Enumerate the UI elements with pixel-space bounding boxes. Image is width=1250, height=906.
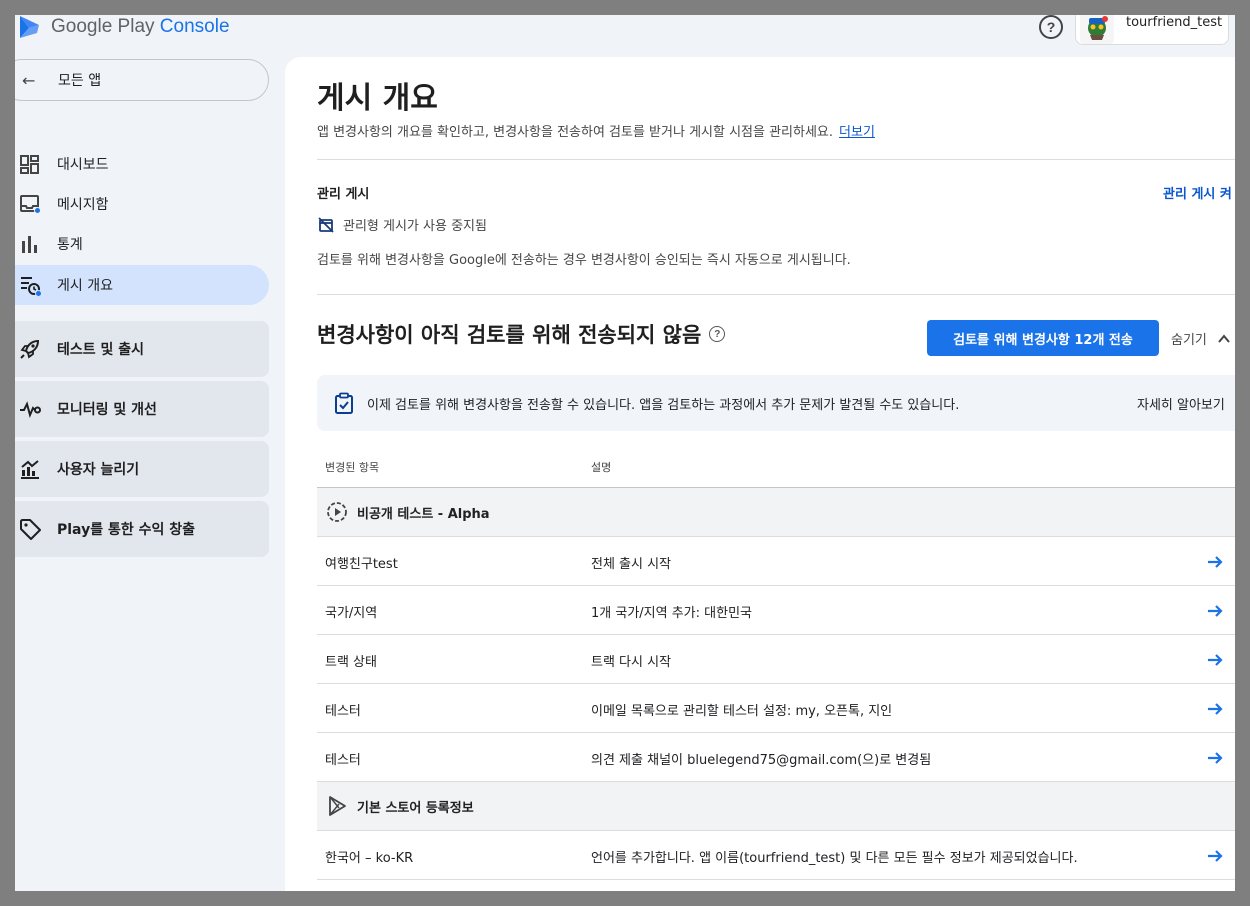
table-row[interactable]: 한국어 – ko-KR 언어를 추가합니다. 앱 이름(tourfriend_t… <box>317 831 1235 880</box>
changes-section-title: 변경사항이 아직 검토를 위해 전송되지 않음 ? <box>317 319 726 349</box>
chevron-up-icon <box>1218 333 1230 343</box>
managed-publishing-status-text: 관리형 게시가 사용 중지됨 <box>343 219 487 234</box>
change-description: 언어를 추가합니다. 앱 이름(tourfriend_test) 및 다른 모든… <box>591 851 1078 866</box>
group-row-store-listing: 기본 스토어 등록정보 <box>317 782 1235 831</box>
sidebar-section-label: 사용자 늘리기 <box>57 462 140 478</box>
arrow-right-icon[interactable] <box>1205 601 1225 621</box>
sidebar: ← 모든 앱 대시보드 메시지함 통계 게시 개요 테스트 및 출시 모니터링 … <box>15 57 285 891</box>
all-apps-label: 모든 앱 <box>58 73 102 89</box>
group-row-closed-testing: 비공개 테스트 - Alpha <box>317 488 1235 537</box>
app-avatar <box>1080 15 1114 44</box>
help-icon[interactable]: ? <box>1039 15 1063 39</box>
growth-icon <box>21 460 39 479</box>
send-for-review-button[interactable]: 검토를 위해 변경사항 12개 전송 <box>927 320 1159 356</box>
change-description: 트랙 다시 시작 <box>591 655 672 670</box>
publishing-overview-icon <box>19 274 42 297</box>
play-console-logo-icon <box>20 16 39 38</box>
arrow-right-icon[interactable] <box>1205 748 1225 768</box>
changes-table: 변경된 항목 설명 비공개 테스트 - Alpha 여행친구test 전체 출시… <box>317 452 1235 880</box>
changed-item: 테스터 <box>325 704 361 719</box>
clipboard-check-icon <box>335 392 353 414</box>
play-console-logo[interactable]: Google Play Console <box>17 15 230 45</box>
sidebar-item-publishing-overview[interactable]: 게시 개요 <box>15 265 269 305</box>
sidebar-section-monetize[interactable]: Play를 통한 수익 창출 <box>15 501 269 557</box>
hide-label: 숨기기 <box>1171 333 1207 348</box>
publish-off-icon <box>318 216 334 233</box>
arrow-right-icon[interactable] <box>1205 552 1225 572</box>
changed-item: 한국어 – ko-KR <box>325 851 414 866</box>
top-bar: Google Play Console ? tourfriend_test <box>15 15 1235 57</box>
hide-changes-toggle[interactable]: 숨기기 <box>1171 329 1231 348</box>
all-apps-button[interactable]: ← 모든 앱 <box>15 59 269 101</box>
table-row[interactable]: 테스터 이메일 목록으로 관리할 테스터 설정: my, 오픈톡, 지인 <box>317 684 1235 733</box>
sidebar-item-label: 대시보드 <box>57 157 109 173</box>
table-row[interactable]: 국가/지역 1개 국가/지역 추가: 대한민국 <box>317 586 1235 635</box>
inbox-icon <box>19 193 41 215</box>
tag-icon <box>20 519 41 540</box>
managed-publishing-status: 관리형 게시가 사용 중지됨 <box>317 215 487 234</box>
arrow-right-icon[interactable] <box>1205 699 1225 719</box>
sidebar-section-label: 모니터링 및 개선 <box>57 402 157 418</box>
sidebar-section-test-and-release[interactable]: 테스트 및 출시 <box>15 321 269 377</box>
learn-more-link[interactable]: 더보기 <box>839 125 875 140</box>
sidebar-item-label: 메시지함 <box>57 197 109 213</box>
change-description: 이메일 목록으로 관리할 테스터 설정: my, 오픈톡, 지인 <box>591 704 893 719</box>
column-header-item: 변경된 항목 <box>325 461 380 474</box>
sidebar-item-statistics[interactable]: 통계 <box>15 224 269 264</box>
sidebar-item-label: 통계 <box>57 237 83 253</box>
managed-publishing-toggle-link[interactable]: 관리 게시 켜 <box>1163 183 1232 202</box>
table-row[interactable]: 트랙 상태 트랙 다시 시작 <box>317 635 1235 684</box>
changed-item: 트랙 상태 <box>325 655 377 670</box>
sidebar-item-inbox[interactable]: 메시지함 <box>15 184 269 224</box>
update-badge <box>35 290 42 297</box>
unread-badge <box>34 207 41 214</box>
main-panel: 게시 개요 앱 변경사항의 개요를 확인하고, 변경사항을 전송하여 검토를 받… <box>285 57 1235 891</box>
account-name: tourfriend_test <box>1126 15 1223 30</box>
changed-item: 테스터 <box>325 753 361 768</box>
page-title: 게시 개요 <box>317 81 438 116</box>
page-description-text: 앱 변경사항의 개요를 확인하고, 변경사항을 전송하여 검토를 받거나 게시할… <box>317 125 834 140</box>
changed-item: 국가/지역 <box>325 606 378 621</box>
change-description: 1개 국가/지역 추가: 대한민국 <box>591 606 752 621</box>
sidebar-section-monitor-and-improve[interactable]: 모니터링 및 개선 <box>15 381 269 437</box>
review-notice: 이제 검토를 위해 변경사항을 전송할 수 있습니다. 앱을 검토하는 과정에서… <box>317 375 1235 431</box>
group-label: 기본 스토어 등록정보 <box>357 800 474 816</box>
change-description: 전체 출시 시작 <box>591 557 672 572</box>
column-header-description: 설명 <box>591 461 612 474</box>
group-label: 비공개 테스트 - Alpha <box>357 506 490 522</box>
table-header: 변경된 항목 설명 <box>317 452 1235 488</box>
app-window: Google Play Console ? tourfriend_test ← … <box>15 15 1235 891</box>
sidebar-section-grow-users[interactable]: 사용자 늘리기 <box>15 441 269 497</box>
closed-testing-icon <box>327 502 347 522</box>
bar-chart-icon <box>22 236 37 253</box>
help-icon[interactable]: ? <box>709 326 726 342</box>
managed-publishing-description: 검토를 위해 변경사항을 Google에 전송하는 경우 변경사항이 승인되는 … <box>317 253 851 268</box>
rocket-icon <box>20 339 40 359</box>
dashboard-icon <box>20 155 39 174</box>
sidebar-section-label: 테스트 및 출시 <box>57 342 145 358</box>
changes-section-title-text: 변경사항이 아직 검토를 위해 전송되지 않음 <box>317 323 702 347</box>
table-row[interactable]: 테스터 의견 제출 채널이 bluelegend75@gmail.com(으)로… <box>317 733 1235 782</box>
sidebar-item-label: 게시 개요 <box>57 278 113 294</box>
page-description: 앱 변경사항의 개요를 확인하고, 변경사항을 전송하여 검토를 받거나 게시할… <box>317 121 875 140</box>
account-switcher[interactable]: tourfriend_test <box>1075 15 1229 45</box>
divider <box>317 159 1235 160</box>
play-store-icon <box>329 796 346 816</box>
arrow-right-icon[interactable] <box>1205 650 1225 670</box>
logo-text: Google Play Console <box>51 16 230 37</box>
learn-more-link[interactable]: 자세히 알아보기 <box>1137 394 1225 413</box>
sidebar-item-dashboard[interactable]: 대시보드 <box>15 144 269 184</box>
sidebar-section-label: Play를 통한 수익 창출 <box>57 522 195 538</box>
change-description: 의견 제출 채널이 bluelegend75@gmail.com(으)로 변경됨 <box>591 753 932 768</box>
table-row[interactable]: 여행친구test 전체 출시 시작 <box>317 537 1235 586</box>
vitals-icon <box>20 401 41 419</box>
review-notice-text: 이제 검토를 위해 변경사항을 전송할 수 있습니다. 앱을 검토하는 과정에서… <box>367 397 960 413</box>
divider <box>317 294 1235 295</box>
arrow-right-icon[interactable] <box>1205 846 1225 866</box>
managed-publishing-title: 관리 게시 <box>317 187 370 202</box>
back-arrow-icon: ← <box>22 70 36 90</box>
changed-item: 여행친구test <box>325 557 398 572</box>
